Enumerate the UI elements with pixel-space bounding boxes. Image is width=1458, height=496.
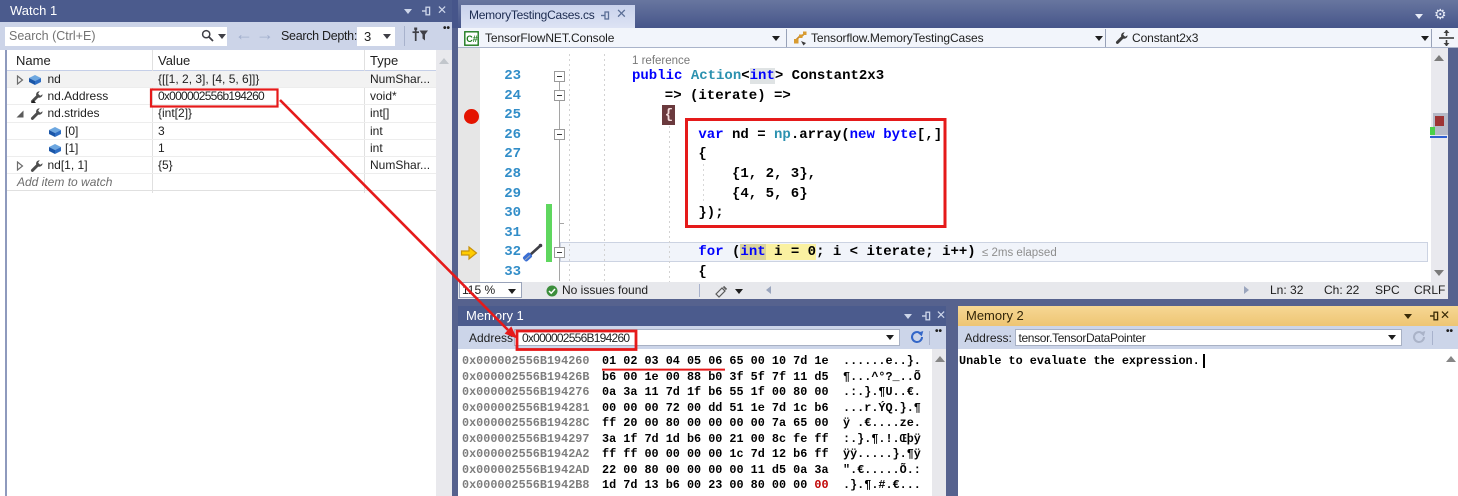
- svg-text:C#: C#: [466, 34, 478, 44]
